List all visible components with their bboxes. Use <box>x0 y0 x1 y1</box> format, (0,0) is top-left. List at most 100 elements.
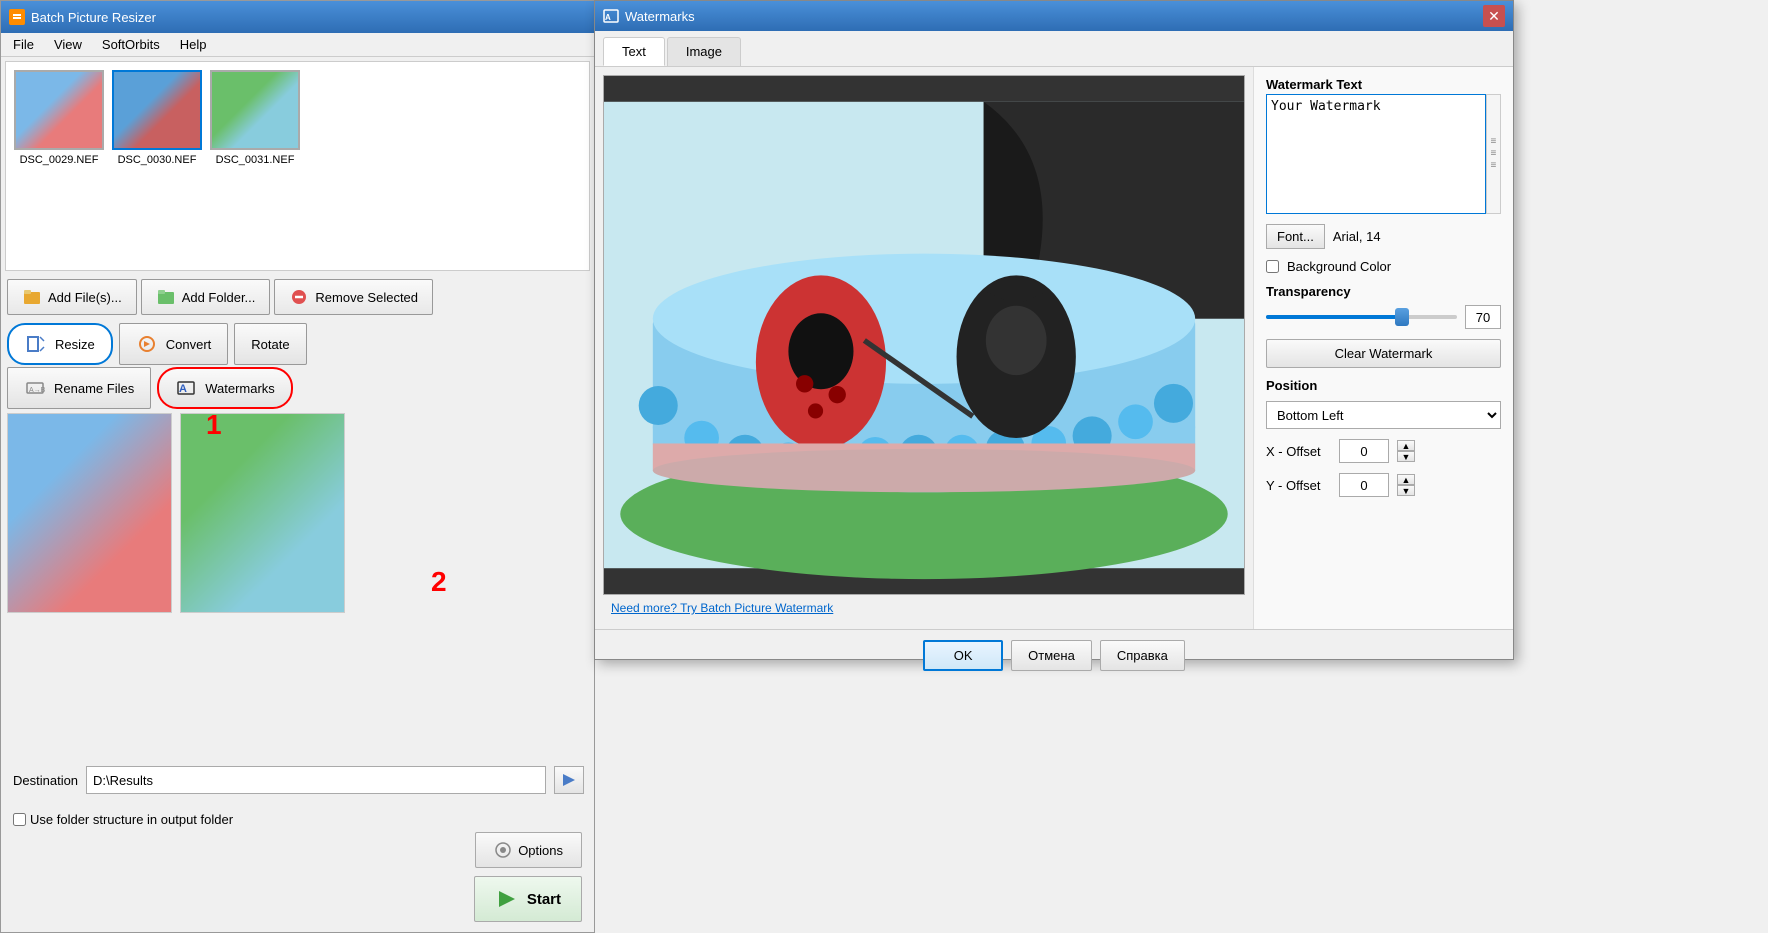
y-offset-up[interactable]: ▲ <box>1397 474 1415 485</box>
slider-thumb[interactable] <box>1395 308 1409 326</box>
transparency-label: Transparency <box>1266 284 1501 299</box>
annotation-1: 1 <box>206 409 222 441</box>
destination-input[interactable] <box>86 766 546 794</box>
main-title: Batch Picture Resizer <box>31 10 156 25</box>
cake-preview-image <box>604 76 1244 594</box>
clear-watermark-button[interactable]: Clear Watermark <box>1266 339 1501 368</box>
add-folder-label: Add Folder... <box>182 290 256 305</box>
textarea-scrollbar[interactable]: ≡≡≡ <box>1486 94 1501 214</box>
menu-file[interactable]: File <box>5 35 42 54</box>
tab-rename[interactable]: A→B Rename Files <box>7 367 151 409</box>
position-label: Position <box>1266 378 1501 393</box>
font-button[interactable]: Font... <box>1266 224 1325 249</box>
y-offset-label: Y - Offset <box>1266 478 1331 493</box>
svg-text:A→B: A→B <box>29 387 45 394</box>
textarea-wrap: Your Watermark ≡≡≡ <box>1266 94 1501 214</box>
position-select[interactable]: Bottom Left Bottom Right Top Left Top Ri… <box>1266 401 1501 429</box>
y-offset-row: Y - Offset ▲ ▼ <box>1266 473 1501 497</box>
preview-image-1 <box>7 413 172 613</box>
folder-structure-label: Use folder structure in output folder <box>30 812 233 827</box>
tab-rename-label: Rename Files <box>54 381 134 396</box>
main-window: Batch Picture Resizer File View SoftOrbi… <box>0 0 595 933</box>
x-offset-row: X - Offset ▲ ▼ <box>1266 439 1501 463</box>
main-titlebar: Batch Picture Resizer <box>1 1 594 33</box>
scrollbar-lines: ≡≡≡ <box>1491 136 1497 172</box>
transparency-ctrl: 70 <box>1266 305 1501 329</box>
add-folder-button[interactable]: Add Folder... <box>141 279 271 315</box>
tab-resize[interactable]: Resize <box>7 323 113 365</box>
tab-convert-label: Convert <box>166 337 212 352</box>
bgcolor-row: Background Color <box>1266 259 1501 274</box>
add-folder-icon <box>156 287 176 307</box>
x-offset-label: X - Offset <box>1266 444 1331 459</box>
action-tabs: Resize Convert Rotate <box>7 323 588 365</box>
font-display: Arial, 14 <box>1333 229 1381 244</box>
folder-structure-checkbox[interactable] <box>13 813 26 826</box>
start-label: Start <box>527 891 561 908</box>
preview-box <box>603 75 1245 595</box>
watermark-textarea[interactable]: Your Watermark <box>1266 94 1486 214</box>
remove-selected-label: Remove Selected <box>315 290 418 305</box>
dialog-tab-text[interactable]: Text <box>603 37 665 66</box>
thumbnail-image <box>112 70 202 150</box>
y-offset-spinners: ▲ ▼ <box>1397 474 1415 496</box>
images-preview <box>7 413 588 613</box>
thumbnail-label: DSC_0031.NEF <box>216 154 295 166</box>
transparency-value: 70 <box>1465 305 1501 329</box>
dialog-titlebar-left: A Watermarks <box>603 8 695 24</box>
preview-link[interactable]: Need more? Try Batch Picture Watermark <box>603 595 1245 621</box>
remove-selected-button[interactable]: Remove Selected <box>274 279 433 315</box>
preview-image-2 <box>180 413 345 613</box>
annotation-2: 2 <box>431 566 447 598</box>
y-offset-down[interactable]: ▼ <box>1397 485 1415 496</box>
toolbar: Add File(s)... Add Folder... Remove Sele… <box>1 275 594 319</box>
add-files-label: Add File(s)... <box>48 290 122 305</box>
app-icon <box>9 9 25 25</box>
remove-icon <box>289 287 309 307</box>
y-offset-input[interactable] <box>1339 473 1389 497</box>
thumbnail-image <box>14 70 104 150</box>
options-button[interactable]: Options <box>475 832 582 868</box>
thumbnail-image <box>210 70 300 150</box>
x-offset-spinners: ▲ ▼ <box>1397 440 1415 462</box>
options-label: Options <box>518 843 563 858</box>
x-offset-up[interactable]: ▲ <box>1397 440 1415 451</box>
folder-structure-row: Use folder structure in output folder <box>13 812 233 827</box>
svg-text:A: A <box>605 13 611 22</box>
thumbnail-label: DSC_0029.NEF <box>20 154 99 166</box>
watermark-text-section: Watermark Text Your Watermark ≡≡≡ <box>1266 77 1501 214</box>
ok-button[interactable]: OK <box>923 640 1003 671</box>
menubar: File View SoftOrbits Help <box>1 33 594 57</box>
bgcolor-checkbox[interactable] <box>1266 260 1279 273</box>
x-offset-down[interactable]: ▼ <box>1397 451 1415 462</box>
position-row: Position Bottom Left Bottom Right Top Le… <box>1266 378 1501 429</box>
menu-help[interactable]: Help <box>172 35 215 54</box>
x-offset-input[interactable] <box>1339 439 1389 463</box>
tab-watermarks-label: Watermarks <box>205 381 275 396</box>
slider-track <box>1266 315 1400 319</box>
dialog-controls: Watermark Text Your Watermark ≡≡≡ Font..… <box>1253 67 1513 629</box>
convert-icon <box>136 333 158 355</box>
cancel-button[interactable]: Отмена <box>1011 640 1092 671</box>
start-button[interactable]: Start <box>474 876 582 922</box>
watermarks-dialog: A Watermarks ✕ Text Image <box>594 0 1514 660</box>
tab-rotate-label: Rotate <box>251 337 289 352</box>
thumbnail-item[interactable]: DSC_0030.NEF <box>112 70 202 262</box>
add-files-button[interactable]: Add File(s)... <box>7 279 137 315</box>
destination-label: Destination <box>13 773 78 788</box>
tab-convert[interactable]: Convert <box>119 323 229 365</box>
menu-softorbits[interactable]: SoftOrbits <box>94 35 168 54</box>
dialog-tab-image[interactable]: Image <box>667 37 741 66</box>
transparency-slider[interactable] <box>1266 315 1457 319</box>
menu-view[interactable]: View <box>46 35 90 54</box>
font-row: Font... Arial, 14 <box>1266 224 1501 249</box>
thumbnail-item[interactable]: DSC_0029.NEF <box>14 70 104 262</box>
tab-watermarks[interactable]: A Watermarks <box>157 367 293 409</box>
help-button[interactable]: Справка <box>1100 640 1185 671</box>
resize-icon <box>25 333 47 355</box>
destination-browse-button[interactable] <box>554 766 584 794</box>
tab-rotate[interactable]: Rotate <box>234 323 306 365</box>
dialog-close-button[interactable]: ✕ <box>1483 5 1505 27</box>
dialog-titlebar: A Watermarks ✕ <box>595 1 1513 31</box>
thumbnail-item[interactable]: DSC_0031.NEF <box>210 70 300 262</box>
